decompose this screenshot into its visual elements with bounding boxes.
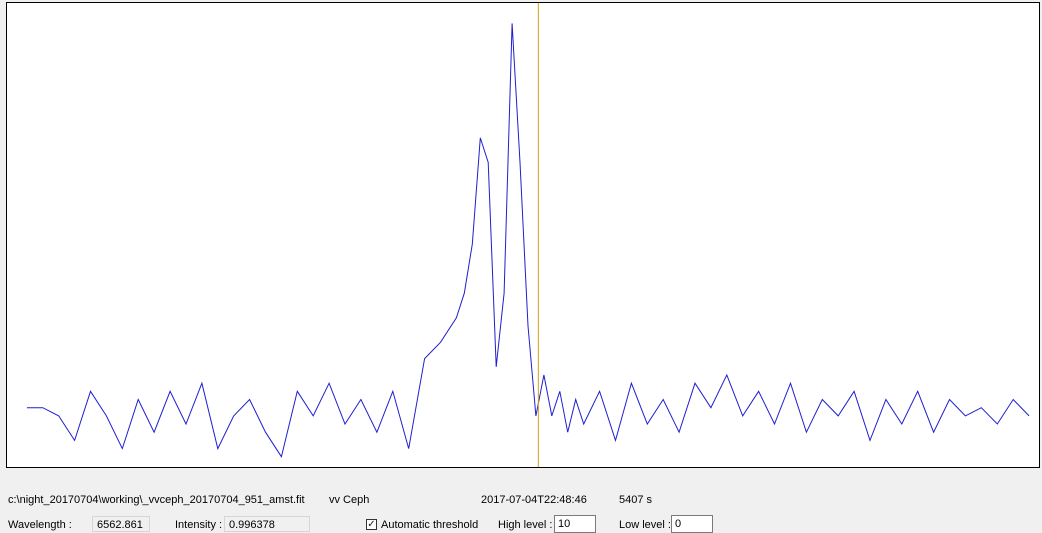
automatic-threshold-checkbox[interactable]: ✓ <box>366 519 377 530</box>
wavelength-label: Wavelength : <box>8 519 72 531</box>
low-level-input[interactable]: 0 <box>671 515 713 533</box>
wavelength-readout: 6562.861 <box>92 516 150 532</box>
file-path-text: c:\night_20170704\working\_vvceph_201707… <box>8 494 305 506</box>
high-level-label: High level : <box>498 519 553 531</box>
high-level-input[interactable]: 10 <box>554 515 596 533</box>
low-level-label: Low level : <box>619 519 671 531</box>
intensity-label: Intensity : <box>175 519 223 531</box>
automatic-threshold-label[interactable]: Automatic threshold <box>381 519 478 531</box>
object-name-text: vv Ceph <box>329 494 370 506</box>
spectrum-chart[interactable] <box>7 3 1040 468</box>
timestamp-text: 2017-07-04T22:48:46 <box>481 494 587 506</box>
spectrum-plot[interactable] <box>6 2 1040 468</box>
intensity-readout: 0.996378 <box>224 516 310 532</box>
exposure-text: 5407 s <box>619 494 653 506</box>
spectrum-series-line <box>26 23 1030 458</box>
